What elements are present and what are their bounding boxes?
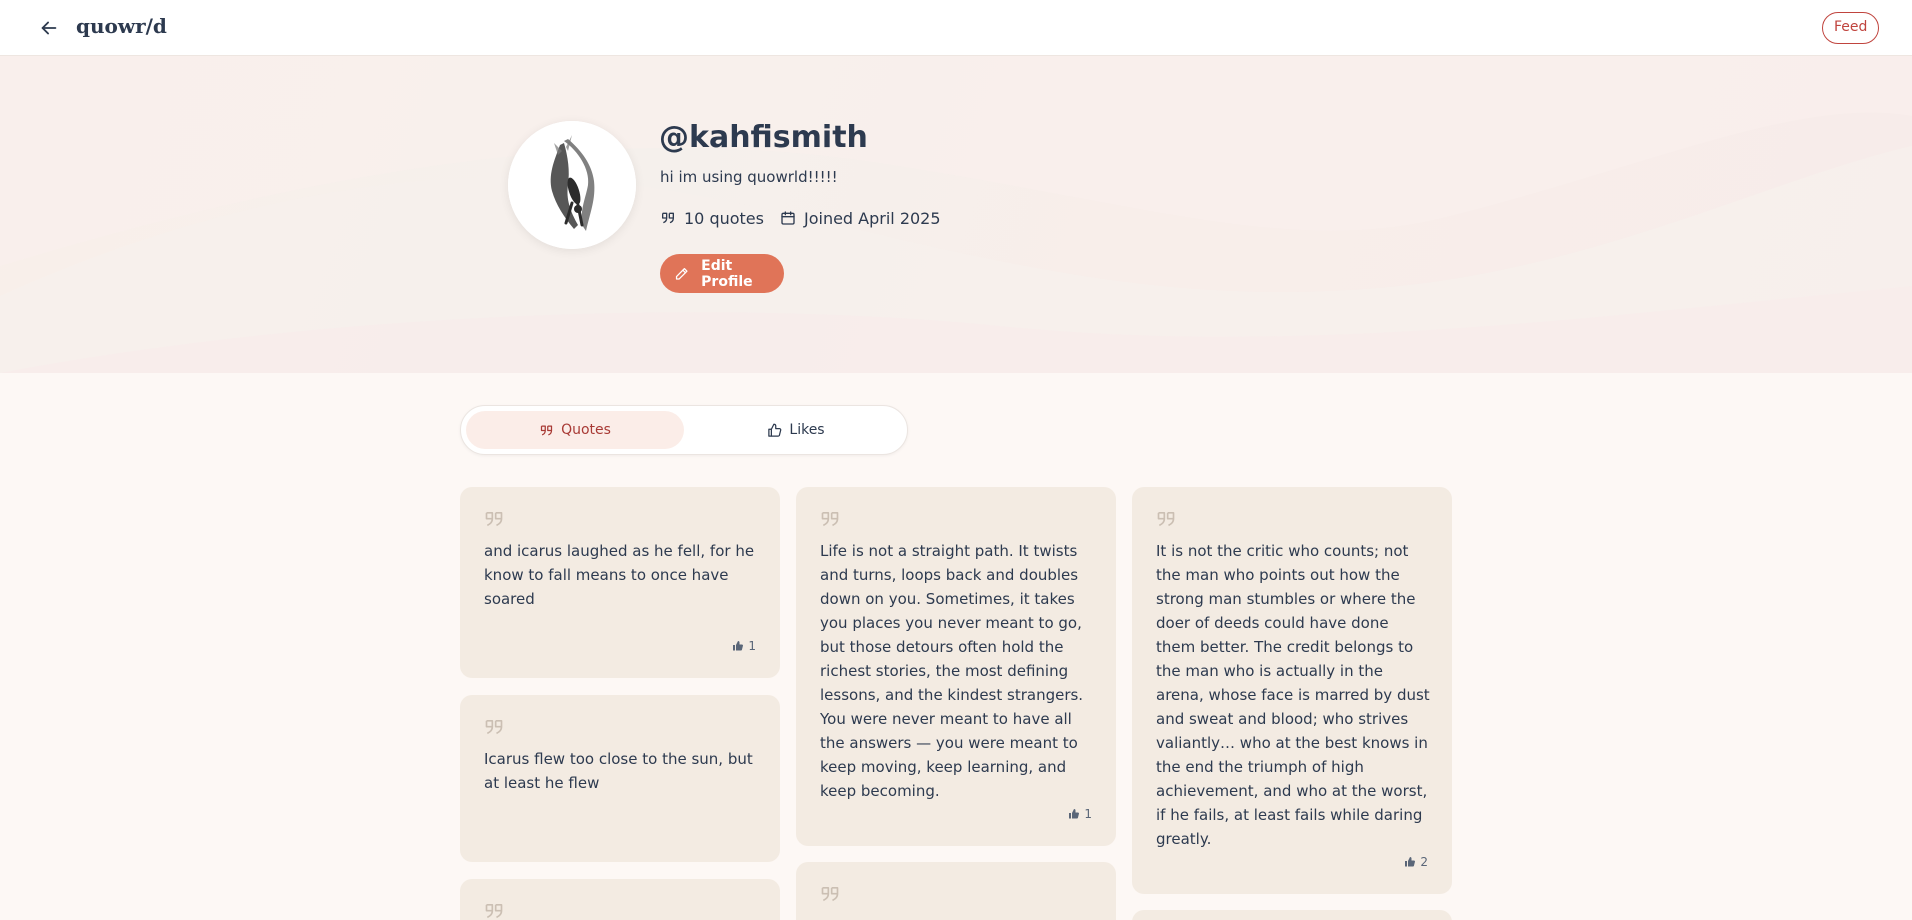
profile-handle: @kahfismith xyxy=(659,120,868,155)
quote-card[interactable]: and icarus laughed as he fell, for he kn… xyxy=(460,487,780,678)
calendar-icon xyxy=(781,211,795,225)
arrow-left-icon xyxy=(41,21,57,35)
thumbs-up-icon xyxy=(733,641,744,651)
tab-likes-label: Likes xyxy=(789,422,825,438)
joined-label: Joined April 2025 xyxy=(803,208,941,228)
profile-tabs: Quotes Likes xyxy=(460,405,908,455)
edit-profile-button[interactable]: Edit Profile xyxy=(660,254,784,293)
quote-icon xyxy=(662,212,674,224)
avatar[interactable] xyxy=(508,121,636,249)
edit-profile-label: Edit Profile xyxy=(701,257,753,290)
app-logo[interactable]: quowr/d xyxy=(76,14,167,38)
quote-icon xyxy=(821,886,839,902)
like-count[interactable]: 1 xyxy=(732,639,756,653)
thumbs-up-icon xyxy=(1405,857,1416,867)
like-count[interactable]: 2 xyxy=(1404,855,1428,869)
thumbs-up-icon xyxy=(768,423,782,437)
pencil-icon xyxy=(675,267,688,280)
quote-icon xyxy=(485,512,503,527)
quote-text: It is not the critic who counts; not the… xyxy=(1156,542,1430,848)
quotes-count-label: 10 quotes xyxy=(684,208,764,228)
like-count-value: 1 xyxy=(748,639,756,653)
profile-bio: hi im using quowrld!!!!! xyxy=(660,168,838,186)
quote-icon xyxy=(821,512,839,527)
quotes-count: 10 quotes xyxy=(660,209,764,228)
quote-card[interactable]: Life is not a straight path. It twists a… xyxy=(796,487,1116,846)
profile-header xyxy=(0,56,1912,373)
like-count-value: 1 xyxy=(1084,807,1092,821)
back-button[interactable] xyxy=(38,17,60,39)
quote-icon xyxy=(1157,512,1175,527)
tab-quotes[interactable]: Quotes xyxy=(466,411,684,449)
thumbs-up-icon xyxy=(1069,809,1080,819)
quote-card[interactable] xyxy=(1132,910,1452,920)
quote-text: Icarus flew too close to the sun, but at… xyxy=(484,750,753,792)
quote-card[interactable]: It is not the critic who counts; not the… xyxy=(1132,487,1452,894)
quote-text: Life is not a straight path. It twists a… xyxy=(820,542,1084,800)
joined-date: Joined April 2025 xyxy=(780,209,941,228)
top-bar: quowr/d Feed xyxy=(0,0,1912,56)
quote-card[interactable] xyxy=(460,879,780,920)
quote-card[interactable]: Icarus flew too close to the sun, but at… xyxy=(460,695,780,862)
quote-icon xyxy=(485,719,503,735)
falling-icarus-image xyxy=(508,121,636,249)
quote-icon xyxy=(540,425,553,435)
quote-card[interactable] xyxy=(796,862,1116,920)
quote-text: and icarus laughed as he fell, for he kn… xyxy=(484,542,755,608)
hero-background-waves xyxy=(0,56,1912,373)
profile-meta: 10 quotes Joined April 2025 xyxy=(660,207,941,229)
like-count-value: 2 xyxy=(1420,855,1428,869)
tab-likes[interactable]: Likes xyxy=(689,411,903,449)
quote-icon xyxy=(485,903,503,919)
tab-quotes-label: Quotes xyxy=(561,422,611,438)
feed-button[interactable]: Feed xyxy=(1822,12,1880,44)
like-count[interactable]: 1 xyxy=(1068,807,1092,821)
